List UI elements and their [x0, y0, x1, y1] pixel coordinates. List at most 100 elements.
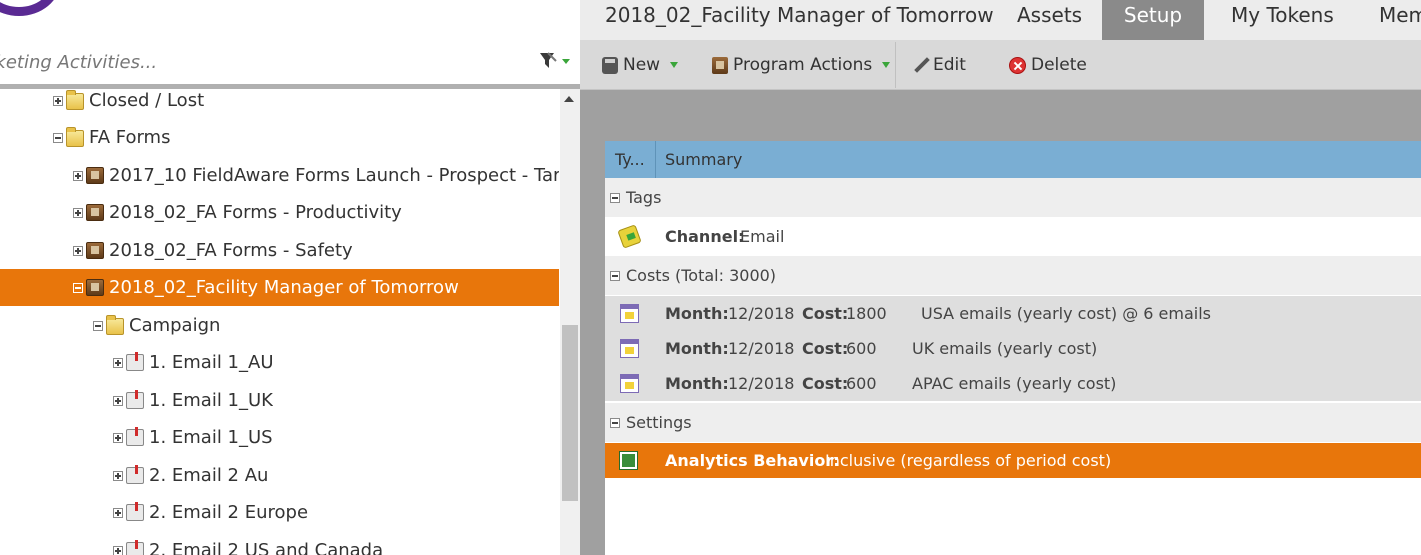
- tree-item-program[interactable]: 2018_02_FA Forms - Productivity: [0, 194, 559, 231]
- tree-item-email[interactable]: 2. Email 2 US and Canada: [0, 532, 559, 555]
- section-title: Tags: [626, 188, 662, 207]
- program-actions-button[interactable]: Program Actions: [712, 53, 891, 77]
- marketo-logo[interactable]: [0, 0, 60, 16]
- expand-icon[interactable]: [53, 95, 63, 106]
- tab-my-tokens[interactable]: My Tokens: [1231, 0, 1334, 40]
- tree-item-label: 1. Email 1_AU: [149, 352, 274, 373]
- tree-item-label: 2018_02_FA Forms - Productivity: [109, 202, 402, 223]
- marketing-activities-tree: Closed / Lost FA Forms 2017_10 FieldAwar…: [0, 89, 560, 555]
- filter-button[interactable]: [538, 50, 574, 72]
- collapse-icon[interactable]: [53, 132, 63, 143]
- program-icon: [86, 279, 104, 296]
- folder-icon: [66, 90, 84, 110]
- cost-note: USA emails (yearly cost) @ 6 emails: [921, 304, 1212, 323]
- expand-icon[interactable]: [113, 432, 123, 443]
- delete-label: Delete: [1031, 55, 1087, 75]
- collapse-icon[interactable]: [610, 270, 620, 281]
- pencil-icon: [914, 57, 930, 73]
- tab-program[interactable]: 2018_02_Facility Manager of Tomorrow: [605, 0, 994, 40]
- tree-item-email[interactable]: 2. Email 2 Au: [0, 457, 559, 494]
- tree-item-fa-forms[interactable]: FA Forms: [0, 119, 559, 156]
- collapse-icon[interactable]: [610, 417, 620, 428]
- expand-icon[interactable]: [113, 470, 123, 481]
- scroll-thumb[interactable]: [562, 325, 578, 501]
- dropdown-caret-icon: [670, 62, 679, 68]
- tab-assets[interactable]: Assets: [1017, 0, 1082, 40]
- tree-item-campaign-folder[interactable]: Campaign: [0, 307, 559, 344]
- program-icon: [86, 242, 104, 259]
- expand-icon[interactable]: [73, 207, 83, 218]
- expand-icon[interactable]: [73, 245, 83, 256]
- new-button[interactable]: New: [602, 53, 679, 77]
- month-key: Month:: [665, 374, 729, 393]
- expand-icon[interactable]: [113, 545, 123, 555]
- email-program-icon: [126, 390, 144, 409]
- scroll-up-arrow-icon[interactable]: [564, 96, 574, 102]
- expand-icon[interactable]: [113, 357, 123, 368]
- analytics-behavior-row[interactable]: Analytics Behavior: Inclusive (regardles…: [605, 443, 1421, 478]
- tree-item-label: 2. Email 2 US and Canada: [149, 540, 384, 555]
- delete-icon: [1009, 56, 1026, 74]
- collapse-icon[interactable]: [610, 192, 620, 203]
- tree-item-label: 2017_10 FieldAware Forms Launch - Prospe…: [109, 165, 559, 186]
- right-panel: 2018_02_Facility Manager of Tomorrow Ass…: [580, 0, 1421, 555]
- tree-item-email[interactable]: 1. Email 1_US: [0, 419, 559, 456]
- setup-grid: Ty... Summary Tags Channel: Email Costs …: [605, 141, 1421, 555]
- cost-row[interactable]: Month: 12/2018 Cost: 600 APAC emails (ye…: [605, 366, 1421, 401]
- expand-icon[interactable]: [113, 395, 123, 406]
- tree-item-program-selected[interactable]: 2018_02_Facility Manager of Tomorrow: [0, 269, 559, 306]
- cost-key: Cost:: [802, 374, 849, 393]
- section-costs[interactable]: Costs (Total: 3000): [605, 256, 1421, 295]
- tree-item-email[interactable]: 2. Email 2 Europe: [0, 494, 559, 531]
- tree-item-label: FA Forms: [89, 127, 171, 148]
- delete-button[interactable]: Delete: [1009, 53, 1087, 77]
- folder-icon: [106, 315, 124, 335]
- tree-item-program[interactable]: 2017_10 FieldAware Forms Launch - Prospe…: [0, 157, 559, 194]
- calendar-icon: [620, 374, 639, 393]
- column-header-type[interactable]: Ty...: [605, 141, 656, 178]
- cost-value: 600: [846, 339, 877, 358]
- tab-setup[interactable]: Setup: [1102, 0, 1204, 40]
- email-program-icon: [126, 540, 144, 555]
- program-actions-icon: [712, 56, 728, 74]
- month-value: 12/2018: [728, 374, 795, 393]
- tree-item-email[interactable]: 1. Email 1_UK: [0, 382, 559, 419]
- analytics-value: Inclusive (regardless of period cost): [825, 451, 1112, 470]
- expand-icon[interactable]: [113, 507, 123, 518]
- expand-icon[interactable]: [73, 170, 83, 181]
- tab-members[interactable]: Mem: [1379, 0, 1421, 40]
- toolbar-divider: [895, 42, 896, 88]
- edit-label: Edit: [933, 55, 966, 75]
- cost-row[interactable]: Month: 12/2018 Cost: 600 UK emails (year…: [605, 331, 1421, 366]
- channel-key: Channel:: [665, 227, 745, 246]
- tree-item-email[interactable]: 1. Email 1_AU: [0, 344, 559, 381]
- section-tags[interactable]: Tags: [605, 178, 1421, 217]
- new-icon: [602, 56, 618, 74]
- section-settings[interactable]: Settings: [605, 403, 1421, 442]
- search-input[interactable]: [0, 48, 508, 76]
- email-program-icon: [126, 465, 144, 484]
- section-title: Costs (Total: 3000): [626, 266, 777, 285]
- edit-button[interactable]: Edit: [914, 53, 966, 77]
- calendar-icon: [620, 339, 639, 358]
- tree-item-label: 2018_02_Facility Manager of Tomorrow: [109, 277, 459, 298]
- tree-scrollbar[interactable]: [560, 89, 580, 555]
- collapse-icon[interactable]: [73, 282, 83, 293]
- tree-item-label: 2018_02_FA Forms - Safety: [109, 240, 353, 261]
- tag-icon: [617, 224, 642, 249]
- cost-row[interactable]: Month: 12/2018 Cost: 1800 USA emails (ye…: [605, 296, 1421, 331]
- email-program-icon: [126, 502, 144, 521]
- column-header-summary[interactable]: Summary: [665, 141, 742, 178]
- tree-item-program[interactable]: 2018_02_FA Forms - Safety: [0, 232, 559, 269]
- tag-row[interactable]: Channel: Email: [605, 219, 1421, 254]
- collapse-icon[interactable]: [93, 320, 103, 331]
- tree-item-label: 2. Email 2 Europe: [149, 502, 309, 523]
- tree-item-label: Campaign: [129, 315, 221, 336]
- tree-item-closed-lost[interactable]: Closed / Lost: [0, 89, 559, 119]
- tab-bar: 2018_02_Facility Manager of Tomorrow Ass…: [580, 0, 1421, 40]
- new-label: New: [623, 55, 661, 75]
- month-key: Month:: [665, 304, 729, 323]
- calendar-icon: [620, 304, 639, 323]
- folder-icon: [66, 127, 84, 147]
- dropdown-caret-icon: [882, 62, 891, 68]
